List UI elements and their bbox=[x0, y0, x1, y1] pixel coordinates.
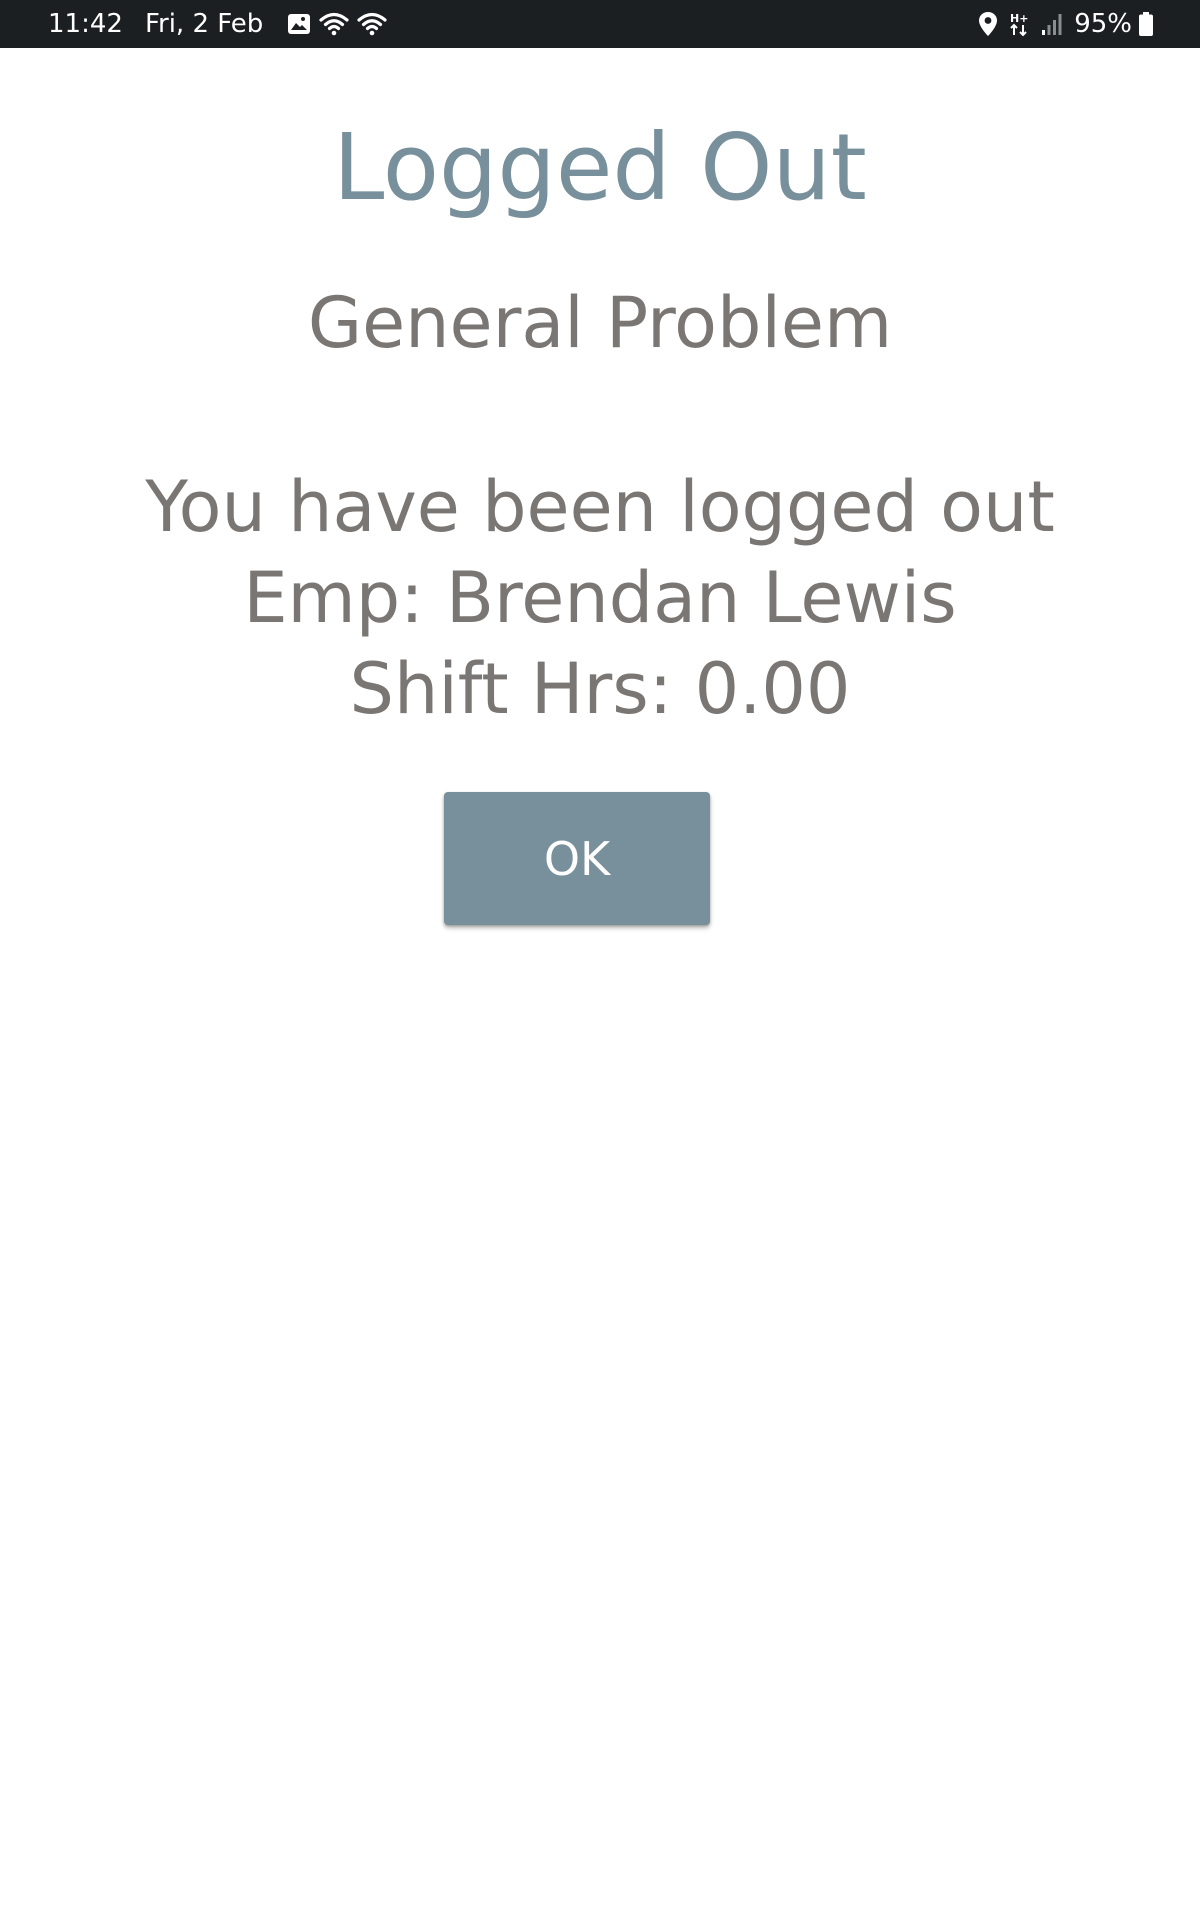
signal-icon bbox=[1040, 12, 1064, 36]
logged-out-screen: Logged Out General Problem You have been… bbox=[0, 48, 1200, 1920]
location-icon bbox=[978, 11, 998, 37]
status-bar-right: H+ 95% bbox=[978, 0, 1154, 48]
wifi-icon bbox=[357, 12, 387, 36]
svg-text:H+: H+ bbox=[1010, 12, 1028, 25]
data-transfer-icon: H+ bbox=[1008, 11, 1030, 37]
battery-percent: 95% bbox=[1074, 9, 1132, 39]
app-screen: 11:42 Fri, 2 Feb H+ 95% Logged Out Gener… bbox=[0, 0, 1200, 1920]
shift-hours: Shift Hrs: 0.00 bbox=[349, 648, 851, 730]
problem-subtitle: General Problem bbox=[307, 282, 893, 364]
status-time: 11:42 bbox=[48, 9, 123, 39]
employee-name: Emp: Brendan Lewis bbox=[243, 557, 957, 639]
message-line-logged-out: You have been logged out bbox=[145, 466, 1055, 548]
page-title: Logged Out bbox=[333, 114, 867, 221]
status-bar-left: 11:42 Fri, 2 Feb bbox=[48, 0, 395, 48]
wifi-icon bbox=[319, 12, 349, 36]
battery-icon bbox=[1138, 11, 1154, 37]
status-bar: 11:42 Fri, 2 Feb H+ 95% bbox=[0, 0, 1200, 48]
image-icon bbox=[287, 13, 311, 35]
ok-button[interactable]: OK bbox=[444, 792, 710, 925]
status-date: Fri, 2 Feb bbox=[144, 9, 264, 39]
logout-message: You have been logged out Emp: Brendan Le… bbox=[0, 462, 1200, 735]
